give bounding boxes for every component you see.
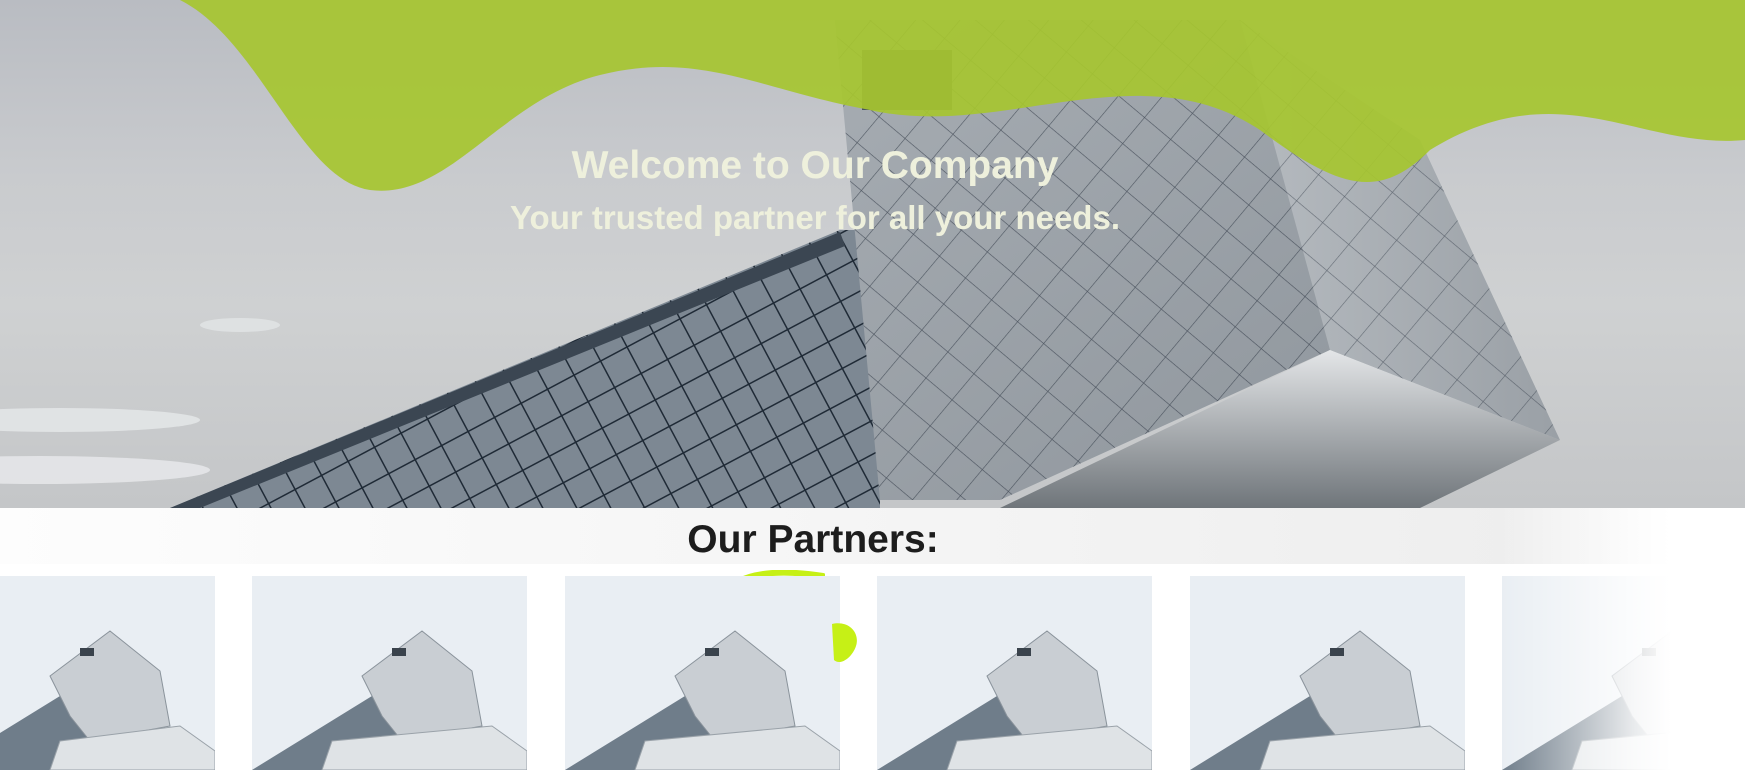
partner-building-image	[877, 576, 1152, 770]
partner-building-image	[0, 576, 215, 770]
partners-heading: Our Partners:	[687, 518, 939, 561]
partner-card[interactable]	[877, 576, 1152, 770]
hero-title: Welcome to Our Company	[571, 144, 1059, 187]
partner-building-image	[1190, 576, 1465, 770]
partner-building-image	[1502, 576, 1745, 770]
partners-carousel[interactable]	[0, 576, 1745, 770]
partner-card[interactable]	[1502, 576, 1745, 770]
hero-subtitle: Your trusted partner for all your needs.	[509, 199, 1120, 236]
accent-blob	[832, 623, 857, 663]
partner-building-image	[252, 576, 527, 770]
partner-building-image	[565, 576, 840, 770]
hero-section: Welcome to Our Company Your trusted part…	[0, 0, 1745, 508]
partner-card[interactable]	[565, 576, 840, 770]
partner-card[interactable]	[252, 576, 527, 770]
partner-card[interactable]	[1190, 576, 1465, 770]
hero-background-photo	[0, 0, 1745, 508]
partner-card[interactable]	[0, 576, 215, 770]
